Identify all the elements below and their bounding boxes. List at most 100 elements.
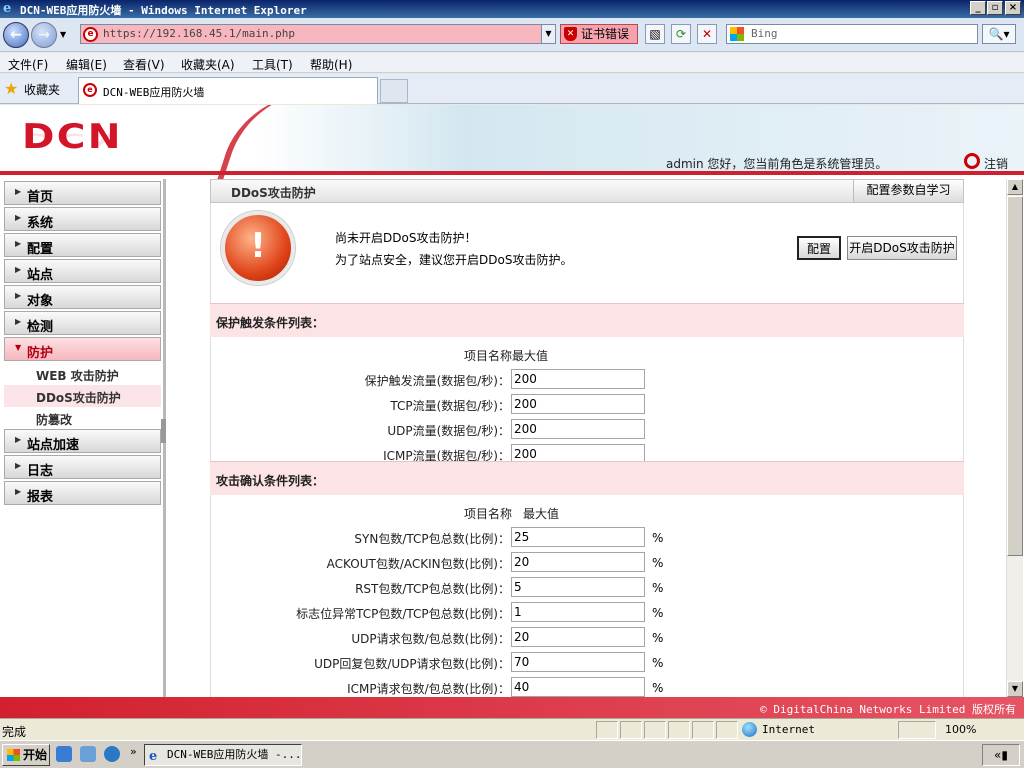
ackout-ratio-input[interactable]: 20 (511, 552, 645, 572)
sidebar-item-home[interactable]: ▶ 首页 (4, 181, 161, 205)
taskbar-window-button[interactable]: e DCN-WEB应用防火墙 -... (144, 744, 302, 766)
chevron-right-icon: ▶ (15, 435, 22, 444)
menu-favorites[interactable]: 收藏夹(A) (181, 56, 235, 73)
close-window-button[interactable]: × (1005, 1, 1021, 15)
syn-ratio-input[interactable]: 25 (511, 527, 645, 547)
browser-tab-active[interactable]: e DCN-WEB应用防火墙 (78, 77, 378, 104)
start-button[interactable]: 开始 (2, 744, 50, 766)
ie-quicklaunch-icon[interactable] (56, 746, 72, 762)
percent-unit: % (652, 631, 664, 645)
table-row: RST包数/TCP包总数(比例)： 5 % (211, 575, 964, 600)
enable-ddos-button[interactable]: 开启DDoS攻击防护 (847, 236, 957, 260)
confirm-column-max-header: 最大值 (523, 507, 560, 521)
sidebar-subitem-anti-tamper[interactable]: 防篡改 (4, 407, 161, 429)
main-content: DDoS攻击防护 配置参数自学习 ! 尚未开启DDoS攻击防护！ 为了站点安全，… (210, 179, 964, 697)
row-label: TCP流量(数据包/秒)： (390, 399, 510, 413)
vertical-scrollbar[interactable]: ▲ ▼ (1006, 179, 1023, 697)
scroll-thumb[interactable] (1007, 196, 1023, 556)
sidebar-item-system[interactable]: ▶ 系统 (4, 207, 161, 231)
scroll-up-icon[interactable]: ▲ (1007, 179, 1023, 195)
sidebar-collapse-handle[interactable] (161, 419, 166, 443)
protected-mode-icon[interactable] (716, 721, 738, 739)
scroll-down-icon[interactable]: ▼ (1007, 681, 1023, 697)
taskbar-window-label: DCN-WEB应用防火墙 -... (167, 748, 302, 761)
history-dropdown-icon[interactable]: ▼ (60, 30, 66, 39)
chevron-right-icon: ▶ (15, 291, 22, 300)
bing-logo-icon (730, 27, 744, 41)
zoom-level[interactable]: 100% (945, 723, 976, 736)
auto-learn-button[interactable]: 配置参数自学习 (853, 180, 963, 202)
compat-view-icon[interactable]: ▧ (645, 24, 665, 44)
menu-tools[interactable]: 工具(T) (252, 56, 293, 73)
minimize-button[interactable]: _ (970, 1, 986, 15)
row-label: SYN包数/TCP包总数(比例)： (354, 532, 510, 546)
config-button[interactable]: 配置 (797, 236, 841, 260)
windows-logo-icon (7, 749, 20, 761)
sidebar-item-objects[interactable]: ▶ 对象 (4, 285, 161, 309)
window-title-bar: e DCN-WEB应用防火墙 - Windows Internet Explor… (0, 0, 1024, 18)
row-label: UDP流量(数据包/秒)： (387, 424, 510, 438)
sidebar-item-label: 日志 (27, 464, 54, 479)
menu-help[interactable]: 帮助(H) (310, 56, 352, 73)
percent-unit: % (652, 606, 664, 620)
abnormal-flag-ratio-input[interactable]: 1 (511, 602, 645, 622)
chevron-right-icon: ▶ (15, 239, 22, 248)
favorites-star-icon[interactable]: ★ (4, 79, 18, 98)
table-row: UDP请求包数/包总数(比例)： 20 % (211, 625, 964, 650)
stop-icon[interactable]: ✕ (697, 24, 717, 44)
quicklaunch-overflow-icon[interactable]: » (130, 745, 137, 758)
certificate-error-button[interactable]: ✕ 证书错误 (560, 24, 638, 44)
sidebar-item-logs[interactable]: ▶ 日志 (4, 455, 161, 479)
row-label: 标志位异常TCP包数/TCP包总数(比例)： (296, 607, 510, 621)
row-label: UDP请求包数/包总数(比例)： (351, 632, 510, 646)
header-swoosh-decoration (215, 105, 365, 185)
sidebar-subitem-web-attack[interactable]: WEB 攻击防护 (4, 363, 161, 385)
tcp-flow-input[interactable]: 200 (511, 394, 645, 414)
sidebar-subitem-ddos[interactable]: DDoS攻击防护 (4, 385, 161, 407)
udp-flow-input[interactable]: 200 (511, 419, 645, 439)
udp-request-ratio-input[interactable]: 20 (511, 627, 645, 647)
back-button[interactable]: ← (3, 22, 29, 48)
status-cell (644, 721, 666, 739)
favorites-label[interactable]: 收藏夹 (24, 81, 60, 98)
menu-bar: 文件(F) 编辑(E) 查看(V) 收藏夹(A) 工具(T) 帮助(H) (0, 53, 1024, 73)
explorer-quicklaunch-icon[interactable] (80, 746, 96, 762)
rst-ratio-input[interactable]: 5 (511, 577, 645, 597)
sidebar-item-label: 首页 (27, 190, 54, 205)
trigger-flow-input[interactable]: 200 (511, 369, 645, 389)
status-cell (596, 721, 618, 739)
sidebar-item-config[interactable]: ▶ 配置 (4, 233, 161, 257)
search-input[interactable]: Bing (726, 24, 978, 44)
udp-reply-ratio-input[interactable]: 70 (511, 652, 645, 672)
sidebar-item-protection[interactable]: ▼ 防护 (4, 337, 161, 361)
media-quicklaunch-icon[interactable] (104, 746, 120, 762)
menu-edit[interactable]: 编辑(E) (66, 56, 107, 73)
table-row: UDP流量(数据包/秒)： 200 (211, 417, 964, 442)
sidebar-item-sites[interactable]: ▶ 站点 (4, 259, 161, 283)
menu-view[interactable]: 查看(V) (123, 56, 165, 73)
search-button[interactable]: 🔍▾ (982, 24, 1016, 44)
icmp-request-ratio-input[interactable]: 40 (511, 677, 645, 697)
sidebar-nav: ▶ 首页 ▶ 系统 ▶ 配置 ▶ 站点 ▶ 对象 ▶ 检测 ▼ 防护 WEB 攻击防护 DDo… (0, 179, 166, 697)
sidebar-subitem-label: DDoS攻击防护 (36, 391, 121, 405)
new-tab-button[interactable] (380, 79, 408, 103)
panel-header: DDoS攻击防护 配置参数自学习 (210, 179, 964, 203)
status-bar: 完成 Internet 100% (0, 718, 1024, 740)
sidebar-subitem-label: WEB 攻击防护 (36, 369, 119, 383)
system-tray-expand[interactable]: «▮ (982, 744, 1020, 766)
sidebar-item-reports[interactable]: ▶ 报表 (4, 481, 161, 505)
url-input[interactable]: e https://192.168.45.1/main.php ▼ (80, 24, 556, 44)
menu-file[interactable]: 文件(F) (8, 56, 48, 73)
refresh-icon[interactable]: ⟳ (671, 24, 691, 44)
forward-button[interactable]: → (31, 22, 57, 48)
table-row: UDP回复包数/UDP请求包数(比例)： 70 % (211, 650, 964, 675)
sidebar-item-site-acceleration[interactable]: ▶ 站点加速 (4, 429, 161, 453)
tab-title: DCN-WEB应用防火墙 (103, 86, 205, 99)
url-dropdown-icon[interactable]: ▼ (541, 25, 555, 43)
sidebar-item-detection[interactable]: ▶ 检测 (4, 311, 161, 335)
sidebar-item-label: 配置 (27, 242, 54, 257)
chevron-right-icon: ▶ (15, 265, 22, 274)
maximize-button[interactable]: ▫ (987, 1, 1003, 15)
protected-mode-toggle[interactable] (898, 721, 936, 739)
sidebar-item-label: 报表 (27, 490, 54, 505)
